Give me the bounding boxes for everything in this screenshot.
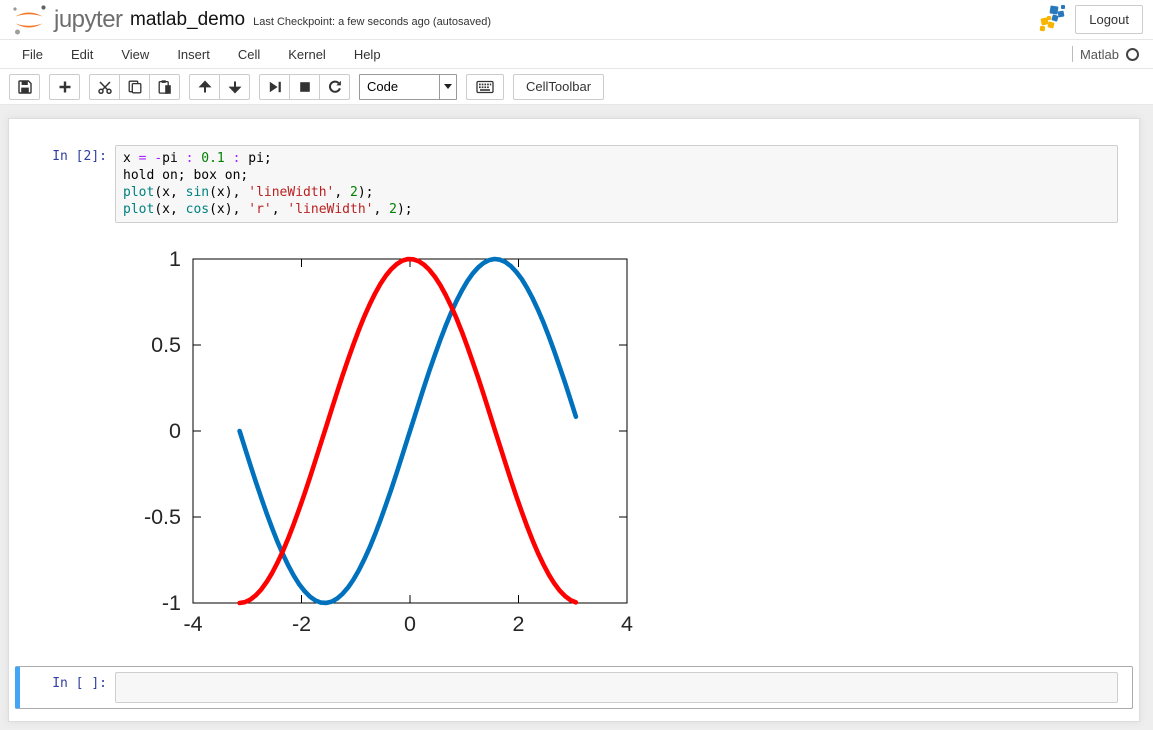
notebook-site: In [2]: x = -pi : 0.1 : pi; hold on; box … [0, 105, 1153, 730]
celltoolbar-button[interactable]: CellToolbar [513, 73, 605, 100]
menu-kernel[interactable]: Kernel [274, 41, 340, 68]
interrupt-kernel-button[interactable] [289, 73, 320, 100]
menu-insert[interactable]: Insert [163, 41, 224, 68]
svg-text:0.5: 0.5 [151, 333, 181, 357]
run-icon [269, 81, 281, 92]
svg-text:-1: -1 [162, 591, 181, 615]
jupyter-logo-icon [13, 5, 46, 35]
restart-icon [328, 80, 341, 93]
cell-input-row: In [ ]: [25, 672, 1127, 703]
copy-cell-button[interactable] [119, 73, 150, 100]
move-cell-down-button[interactable] [219, 73, 250, 100]
svg-text:0: 0 [404, 612, 416, 636]
code-editor[interactable]: x = -pi : 0.1 : pi; hold on; box on; plot(… [115, 145, 1118, 223]
title-block: matlab_demo Last Checkpoint: a few secon… [130, 9, 491, 31]
menu-file[interactable]: File [8, 41, 57, 68]
cut-cell-button[interactable] [89, 73, 120, 100]
menu-help[interactable]: Help [340, 41, 395, 68]
input-prompt: In [ ]: [52, 676, 107, 691]
jupyter-logo[interactable]: jupyter [10, 4, 123, 36]
puzzle-extension-icon[interactable] [1037, 4, 1067, 34]
cell-output-row: -4 -2 0 2 4 1 0.5 0 -0.5 -1 [25, 237, 1127, 644]
arrow-down-icon [227, 81, 242, 93]
notebook-container: In [2]: x = -pi : 0.1 : pi; hold on; box … [8, 118, 1140, 722]
menubar: File Edit View Insert Cell Kernel Help M… [0, 40, 1153, 69]
notebook-title[interactable]: matlab_demo [130, 9, 245, 31]
code-cell[interactable]: In [2]: x = -pi : 0.1 : pi; hold on; box … [15, 139, 1133, 650]
save-button[interactable] [9, 73, 40, 100]
code-editor-empty[interactable] [115, 672, 1118, 703]
matlab-figure-plot: -4 -2 0 2 4 1 0.5 0 -0.5 -1 [144, 247, 633, 636]
scissors-icon [97, 80, 112, 94]
header: jupyter matlab_demo Last Checkpoint: a f… [0, 0, 1153, 40]
svg-text:4: 4 [621, 612, 633, 636]
toolbar: Code CellToolbar [0, 69, 1153, 105]
paste-cell-button[interactable] [149, 73, 180, 100]
floppy-icon [17, 79, 32, 94]
svg-text:2: 2 [513, 612, 525, 636]
add-cell-button[interactable] [49, 73, 80, 100]
menu-edit[interactable]: Edit [57, 41, 107, 68]
celltoolbar-label: CellToolbar [526, 79, 592, 94]
header-right: Logout [1037, 4, 1143, 34]
restart-kernel-button[interactable] [319, 73, 350, 100]
svg-text:-0.5: -0.5 [144, 505, 181, 529]
menu-cell[interactable]: Cell [224, 41, 274, 68]
empty-cell[interactable]: In [ ]: [15, 666, 1133, 709]
cell-input-row: In [2]: x = -pi : 0.1 : pi; hold on; box … [25, 145, 1127, 223]
separator [1071, 46, 1073, 62]
input-prompt: In [2]: [52, 149, 107, 164]
svg-text:1: 1 [169, 247, 181, 271]
arrow-up-icon [197, 80, 212, 92]
run-cell-button[interactable] [259, 73, 290, 100]
output-prompt [25, 237, 115, 644]
svg-text:-4: -4 [183, 612, 202, 636]
chevron-down-icon [439, 74, 456, 99]
stop-icon [299, 81, 310, 92]
output-area: -4 -2 0 2 4 1 0.5 0 -0.5 -1 [115, 237, 1127, 644]
kernel-idle-icon [1126, 47, 1139, 61]
logout-button[interactable]: Logout [1075, 4, 1143, 34]
kernel-name-label: Matlab [1079, 46, 1119, 62]
code-content: x = -pi : 0.1 : pi; hold on; box on; plot(… [123, 151, 413, 217]
jupyter-notebook-app: jupyter matlab_demo Last Checkpoint: a f… [0, 0, 1153, 730]
svg-text:-2: -2 [292, 612, 311, 636]
kernel-indicator: Matlab [1071, 40, 1139, 68]
cell-type-value: Code [367, 79, 399, 94]
paste-icon [158, 79, 171, 94]
logo-text: jupyter [54, 6, 123, 33]
copy-icon [128, 80, 141, 93]
menu-view[interactable]: View [107, 41, 163, 68]
plus-icon [59, 81, 70, 92]
command-palette-button[interactable] [466, 73, 504, 100]
keyboard-icon [476, 80, 494, 93]
checkpoint-status: Last Checkpoint: a few seconds ago (auto… [253, 16, 491, 28]
svg-text:0: 0 [169, 419, 181, 443]
cell-type-dropdown[interactable]: Code [359, 73, 457, 100]
move-cell-up-button[interactable] [189, 73, 220, 100]
